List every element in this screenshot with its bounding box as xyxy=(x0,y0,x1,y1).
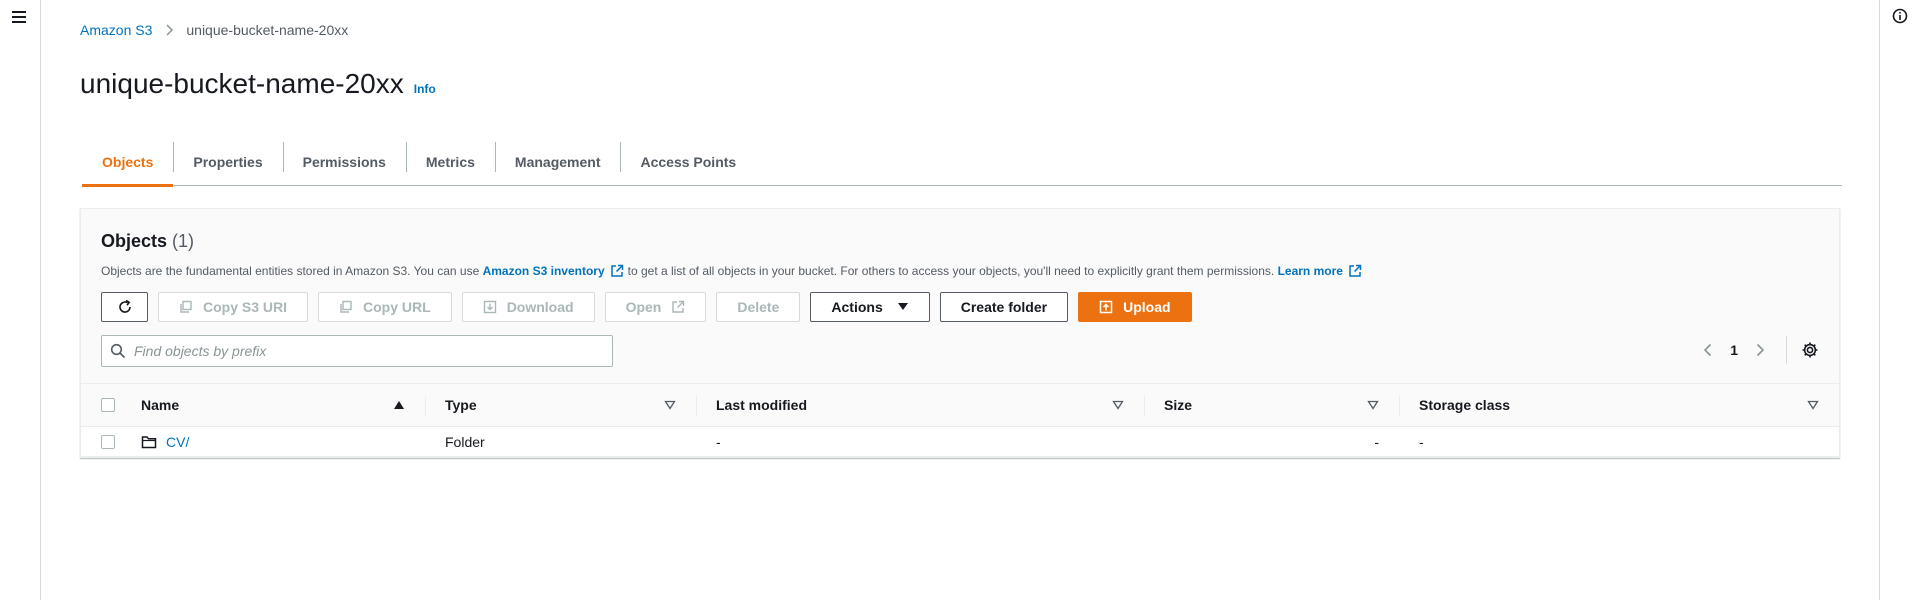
info-link[interactable]: Info xyxy=(414,82,436,96)
create-folder-button[interactable]: Create folder xyxy=(939,292,1069,322)
copy-url-label: Copy URL xyxy=(363,299,431,315)
breadcrumb-amazon-s3-link[interactable]: Amazon S3 xyxy=(80,22,152,38)
copy-icon xyxy=(179,300,193,314)
page-header: unique-bucket-name-20xx Info xyxy=(80,68,436,100)
s3-inventory-link-label: Amazon S3 inventory xyxy=(482,264,605,278)
tools-rail xyxy=(1879,0,1920,600)
column-size-label: Size xyxy=(1164,397,1193,413)
row-type-cell: Folder xyxy=(445,433,485,450)
page-number[interactable]: 1 xyxy=(1730,342,1738,358)
objects-toolbar: Copy S3 URI Copy URL Download Open Delet… xyxy=(101,292,1202,322)
column-header-name[interactable]: Name xyxy=(141,384,425,426)
download-label: Download xyxy=(506,299,574,315)
info-circle-icon[interactable] xyxy=(1892,8,1908,24)
external-link-icon xyxy=(671,300,685,314)
find-objects-input[interactable] xyxy=(134,343,604,359)
learn-more-label: Learn more xyxy=(1277,264,1343,278)
table-row: CV/ Folder - - - xyxy=(81,427,1839,457)
column-last-modified-label: Last modified xyxy=(716,397,808,413)
objects-panel-header: Objects (1) Objects are the fundamental … xyxy=(81,209,1839,278)
actions-dropdown-button[interactable]: Actions xyxy=(810,292,930,322)
breadcrumb: Amazon S3 unique-bucket-name-20xx xyxy=(80,22,348,38)
row-name-cell: CV/ xyxy=(141,427,425,456)
column-header-storage-class[interactable]: Storage class xyxy=(1399,384,1839,426)
row-last-modified-cell: - xyxy=(716,433,721,450)
pager-divider xyxy=(1786,336,1787,364)
search-icon xyxy=(110,343,126,359)
copy-s3-uri-button[interactable]: Copy S3 URI xyxy=(158,292,309,322)
column-header-type[interactable]: Type xyxy=(425,384,696,426)
tab-objects[interactable]: Objects xyxy=(82,138,174,187)
actions-label: Actions xyxy=(831,299,883,315)
column-header-last-modified[interactable]: Last modified xyxy=(696,384,1144,426)
table-header: Name Type Last modified Size Storage cla… xyxy=(81,383,1839,427)
row-size-value: - xyxy=(1374,433,1379,450)
external-link-icon xyxy=(1348,264,1362,278)
tab-permissions[interactable]: Permissions xyxy=(282,138,406,186)
upload-icon xyxy=(1099,300,1113,314)
tab-access-points[interactable]: Access Points xyxy=(620,138,756,186)
external-link-icon xyxy=(610,264,624,278)
description-text-middle: to get a list of all objects in your buc… xyxy=(627,264,1275,278)
s3-inventory-link[interactable]: Amazon S3 inventory xyxy=(483,264,628,278)
row-size-cell: - xyxy=(1144,427,1399,456)
objects-table: Name Type Last modified Size Storage cla… xyxy=(81,383,1839,457)
row-checkbox[interactable] xyxy=(101,434,115,449)
chevron-right-icon xyxy=(164,23,174,37)
upload-label: Upload xyxy=(1123,299,1171,315)
copy-url-button[interactable]: Copy URL xyxy=(318,292,452,322)
sort-ascending-icon[interactable] xyxy=(393,400,405,410)
object-name-link[interactable]: CV/ xyxy=(141,434,189,450)
learn-more-link[interactable]: Learn more xyxy=(1278,264,1366,278)
select-all-checkbox[interactable] xyxy=(101,398,115,412)
column-header-size[interactable]: Size xyxy=(1144,384,1399,426)
refresh-icon xyxy=(117,299,133,315)
open-label: Open xyxy=(625,299,662,315)
breadcrumb-current: unique-bucket-name-20xx xyxy=(186,22,349,38)
sort-icon[interactable] xyxy=(1807,400,1819,410)
tab-metrics[interactable]: Metrics xyxy=(405,138,495,186)
objects-panel: Objects (1) Objects are the fundamental … xyxy=(80,208,1840,458)
row-storage-class-cell: - xyxy=(1419,433,1424,450)
hamburger-menu-icon[interactable] xyxy=(11,9,29,25)
column-type-label: Type xyxy=(445,397,477,413)
description-text-start: Objects are the fundamental entities sto… xyxy=(101,264,480,278)
copy-s3-uri-label: Copy S3 URI xyxy=(203,299,288,315)
open-button[interactable]: Open xyxy=(604,292,707,322)
copy-icon xyxy=(339,300,353,314)
sort-icon[interactable] xyxy=(1112,400,1124,410)
next-page-icon[interactable] xyxy=(1752,342,1768,358)
sort-icon[interactable] xyxy=(664,400,676,410)
tab-properties[interactable]: Properties xyxy=(173,138,282,186)
download-icon xyxy=(483,300,497,314)
sort-icon[interactable] xyxy=(1367,400,1379,410)
page-title: unique-bucket-name-20xx xyxy=(80,68,404,99)
pagination: 1 xyxy=(1700,336,1819,364)
objects-count: (1) xyxy=(172,231,195,251)
objects-title-text: Objects xyxy=(101,231,168,251)
navigation-rail xyxy=(0,0,41,600)
objects-description: Objects are the fundamental entities sto… xyxy=(101,264,1819,278)
column-storage-class-label: Storage class xyxy=(1419,397,1511,413)
object-name-label: CV/ xyxy=(166,433,190,450)
select-all-cell xyxy=(81,384,141,426)
tab-management[interactable]: Management xyxy=(494,138,621,186)
refresh-button[interactable] xyxy=(101,292,148,322)
tab-bar: Objects Properties Permissions Metrics M… xyxy=(82,138,1842,187)
caret-down-icon xyxy=(897,302,909,312)
upload-button[interactable]: Upload xyxy=(1078,292,1192,322)
objects-panel-title: Objects (1) xyxy=(101,231,1819,252)
download-button[interactable]: Download xyxy=(461,292,595,322)
row-select-cell xyxy=(81,427,141,456)
folder-icon xyxy=(141,435,157,449)
previous-page-icon[interactable] xyxy=(1700,342,1716,358)
delete-button[interactable]: Delete xyxy=(716,292,801,322)
column-name-label: Name xyxy=(141,397,180,413)
gear-icon[interactable] xyxy=(1801,341,1819,359)
search-box xyxy=(101,335,613,367)
